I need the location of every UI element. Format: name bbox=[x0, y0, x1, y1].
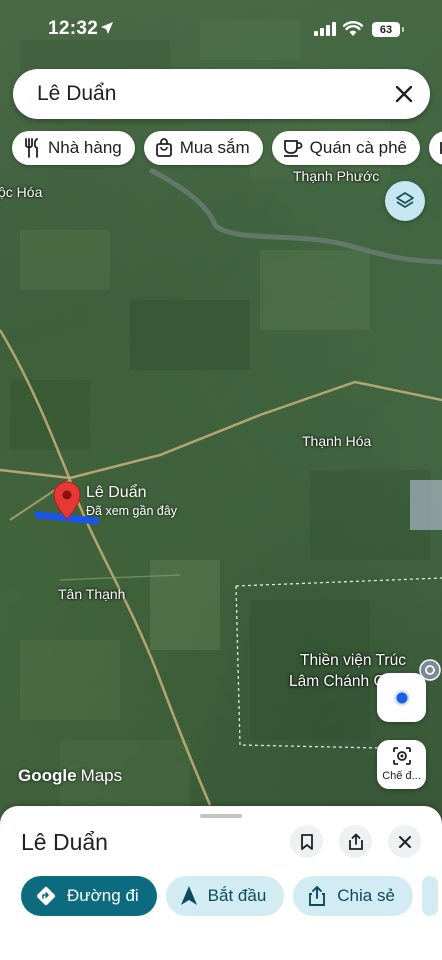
search-bar[interactable]: Lê Duẩn bbox=[13, 69, 430, 119]
map-place-name: Lê Duẩn bbox=[86, 484, 147, 501]
layers-button[interactable] bbox=[385, 181, 425, 221]
map-label-moc-hoa: ộc Hóa bbox=[0, 184, 43, 200]
layers-icon bbox=[396, 192, 414, 208]
chip-hotels-partial[interactable] bbox=[429, 131, 442, 165]
coffee-icon bbox=[283, 140, 303, 157]
share-label: Chia sẻ bbox=[337, 886, 395, 905]
directions-label: Đường đi bbox=[67, 886, 139, 905]
map-label-thien-vien-line1: Thiền viện Trúc bbox=[300, 652, 406, 669]
maps-logo-word: Maps bbox=[80, 766, 123, 785]
place-actions: Đường đi Bắt đầu Chia sẻ bbox=[21, 876, 438, 916]
wifi-icon bbox=[343, 21, 363, 36]
chip-restaurants-label: Nhà hàng bbox=[48, 138, 122, 157]
restaurant-icon bbox=[25, 138, 38, 158]
status-bar: 12:32 63 bbox=[0, 0, 442, 60]
map-overlay bbox=[0, 20, 442, 810]
google-logo-word: Google bbox=[18, 766, 77, 785]
save-button[interactable] bbox=[290, 825, 323, 858]
map-place-subtitle: Đã xem gần đây bbox=[86, 504, 178, 518]
camera-lens-icon bbox=[393, 747, 411, 765]
start-button[interactable]: Bắt đầu bbox=[165, 876, 285, 916]
share-icon bbox=[309, 886, 326, 906]
satellite-map[interactable]: ộc Hóa Thạnh Phước Thạnh Hóa Tân Thạnh T… bbox=[0, 0, 442, 840]
start-label: Bắt đầu bbox=[207, 886, 267, 905]
close-icon[interactable] bbox=[392, 82, 416, 106]
cellular-signal-icon bbox=[314, 22, 336, 36]
google-maps-logo: Google Maps bbox=[18, 766, 122, 786]
directions-icon bbox=[36, 886, 56, 906]
map-label-tan-thanh: Tân Thạnh bbox=[58, 586, 126, 602]
sheet-drag-handle[interactable] bbox=[200, 814, 242, 818]
chip-coffee[interactable]: Quán cà phê bbox=[271, 131, 421, 165]
lens-button-label: Chế đ... bbox=[382, 770, 421, 782]
my-location-icon bbox=[393, 689, 410, 706]
maps-screen: ộc Hóa Thạnh Phước Thạnh Hóa Tân Thạnh T… bbox=[0, 0, 442, 960]
close-icon bbox=[398, 835, 411, 848]
chip-restaurants[interactable]: Nhà hàng bbox=[12, 131, 135, 165]
map-label-thanh-phuoc: Thạnh Phước bbox=[293, 168, 380, 184]
chip-shopping[interactable]: Mua sắm bbox=[143, 131, 263, 165]
shopping-bag-icon bbox=[155, 138, 172, 157]
place-title: Lê Duẩn bbox=[21, 829, 108, 855]
directions-button[interactable]: Đường đi bbox=[21, 876, 157, 916]
place-bottom-sheet[interactable]: Lê Duẩn Đường đi Bắt đầu Chia sẻ bbox=[0, 806, 442, 960]
my-location-button[interactable] bbox=[377, 673, 426, 722]
share-action-button[interactable]: Chia sẻ bbox=[293, 876, 413, 916]
share-button[interactable] bbox=[339, 825, 372, 858]
lens-button[interactable]: Chế đ... bbox=[377, 740, 426, 789]
battery-indicator: 63 bbox=[372, 22, 404, 37]
search-query[interactable]: Lê Duẩn bbox=[37, 82, 116, 106]
category-chips: Nhà hàng Mua sắm Quán cà phê bbox=[12, 131, 442, 165]
status-time: 12:32 bbox=[48, 18, 99, 39]
close-sheet-button[interactable] bbox=[388, 825, 421, 858]
bookmark-icon bbox=[300, 833, 313, 850]
location-arrow-icon bbox=[101, 22, 113, 34]
chip-coffee-label: Quán cà phê bbox=[309, 138, 408, 157]
chip-shopping-label: Mua sắm bbox=[179, 138, 250, 157]
map-label-thien-vien-line2: Lâm Chánh G bbox=[289, 673, 386, 690]
share-icon bbox=[348, 833, 363, 850]
map-label-thanh-hoa: Thạnh Hóa bbox=[302, 433, 372, 449]
more-actions-partial[interactable] bbox=[421, 876, 438, 916]
navigation-arrow-icon bbox=[180, 886, 197, 905]
location-pin-icon[interactable] bbox=[53, 481, 81, 521]
